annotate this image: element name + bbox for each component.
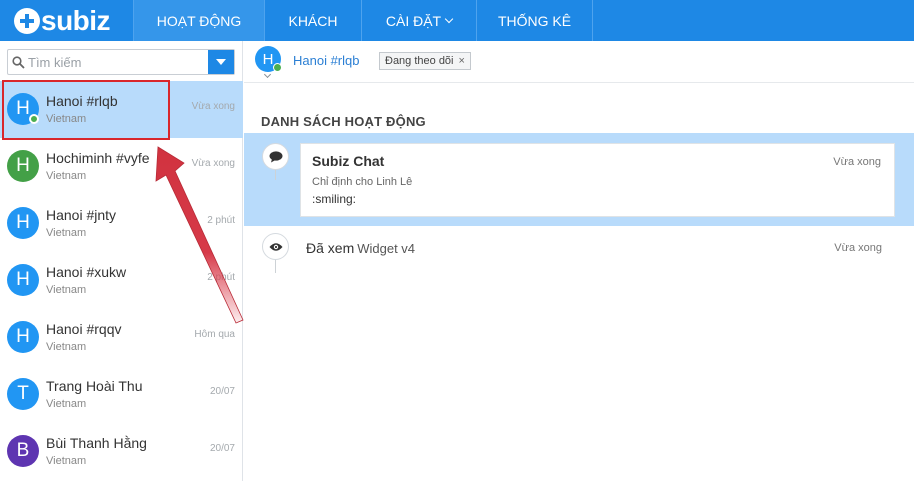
visitor-country: Vietnam: [46, 398, 87, 410]
chat-bubble-icon: [262, 143, 289, 170]
activity-title: Đã xem: [306, 240, 355, 256]
activity-time: Vừa xong: [833, 156, 881, 168]
tab-activity[interactable]: HOẠT ĐỘNG: [133, 0, 264, 41]
following-label: Đang theo dõi: [385, 55, 454, 67]
visitor-item[interactable]: B Bùi Thanh Hằng Vietnam 20/07: [0, 423, 243, 480]
visitor-item[interactable]: H Hanoi #xukw Vietnam 2 phút: [0, 252, 243, 309]
visitor-time: 20/07: [209, 386, 235, 397]
avatar: H: [7, 150, 39, 182]
avatar: H: [7, 321, 39, 353]
visitor-item[interactable]: T Trang Hoài Thu Vietnam 20/07: [0, 366, 243, 423]
visitor-name: Bùi Thanh Hằng: [46, 435, 147, 451]
search-box: [7, 49, 235, 75]
tab-statistics[interactable]: THỐNG KÊ: [476, 0, 593, 41]
avatar: B: [7, 435, 39, 467]
following-badge: Đang theo dõi ×: [379, 52, 471, 70]
activity-message: :smiling:: [312, 192, 357, 206]
visitor-country: Vietnam: [46, 284, 87, 296]
search-input[interactable]: [28, 50, 208, 74]
annotation-highlight-box: [2, 80, 170, 140]
visitor-time: Vừa xong: [191, 101, 235, 112]
tab-statistics-label: THỐNG KÊ: [497, 12, 572, 29]
top-navigation-bar: subiz HOẠT ĐỘNG KHÁCH CÀI ĐẶT THỐNG KÊ: [0, 0, 914, 41]
avatar: H: [7, 264, 39, 296]
subiz-logo[interactable]: subiz: [0, 0, 133, 41]
visitor-time: Vừa xong: [191, 158, 235, 169]
tab-visitors[interactable]: KHÁCH: [264, 0, 361, 41]
online-status-dot: [273, 63, 282, 72]
avatar: T: [7, 378, 39, 410]
tab-activity-label: HOẠT ĐỘNG: [156, 12, 242, 29]
visitor-time: 20/07: [209, 443, 235, 454]
timeline-line: [275, 259, 276, 273]
tab-visitors-label: KHÁCH: [288, 12, 338, 29]
activity-card[interactable]: Subiz Chat Chỉ định cho Linh Lê :smiling…: [300, 143, 895, 217]
chevron-down-icon: [444, 14, 454, 23]
visitor-item[interactable]: H Hanoi #jnty Vietnam 2 phút: [0, 195, 243, 252]
activity-panel: H Hanoi #rlqb Đang theo dõi × DANH SÁCH …: [244, 41, 914, 481]
plus-icon: [14, 7, 40, 34]
visitor-header: H Hanoi #rlqb Đang theo dõi ×: [244, 41, 914, 83]
activity-subtitle: Chỉ định cho Linh Lê: [312, 176, 413, 188]
close-icon[interactable]: ×: [459, 55, 465, 67]
avatar: H: [7, 207, 39, 239]
activity-time: Vừa xong: [834, 242, 882, 254]
visitor-name: Hanoi #jnty: [46, 207, 117, 223]
visitor-item[interactable]: H Hochiminh #vyfe Vietnam Vừa xong: [0, 138, 243, 195]
activity-item[interactable]: Đã xem Widget v4: [306, 240, 415, 256]
visitor-country: Vietnam: [46, 341, 87, 353]
visitor-time: 2 phút: [207, 272, 235, 283]
eye-icon: [262, 233, 289, 260]
visitor-name: Hanoi #rqqv: [46, 321, 122, 337]
activity-target: Widget v4: [357, 241, 416, 256]
section-title: DANH SÁCH HOẠT ĐỘNG: [261, 114, 426, 129]
visitor-item[interactable]: H Hanoi #rqqv Vietnam Hôm qua: [0, 309, 243, 366]
search-filter-dropdown[interactable]: [208, 50, 234, 74]
visitor-country: Vietnam: [46, 170, 87, 182]
activity-title: Subiz Chat: [312, 153, 385, 169]
visitor-name: Hanoi #xukw: [46, 264, 127, 280]
tab-settings-label: CÀI ĐẶT: [385, 12, 442, 29]
visitor-header-name[interactable]: Hanoi #rlqb: [293, 53, 360, 68]
logo-text: subiz: [41, 4, 111, 36]
search-icon: [8, 50, 28, 74]
caret-down-icon: [216, 59, 226, 65]
visitor-time: Hôm qua: [194, 329, 235, 340]
tab-settings[interactable]: CÀI ĐẶT: [361, 0, 476, 41]
visitor-country: Vietnam: [46, 227, 87, 239]
visitor-name: Trang Hoài Thu: [46, 378, 143, 394]
visitor-name: Hochiminh #vyfe: [46, 150, 150, 166]
chevron-down-icon[interactable]: [263, 70, 272, 79]
visitor-country: Vietnam: [46, 455, 87, 467]
visitor-time: 2 phút: [207, 215, 235, 226]
